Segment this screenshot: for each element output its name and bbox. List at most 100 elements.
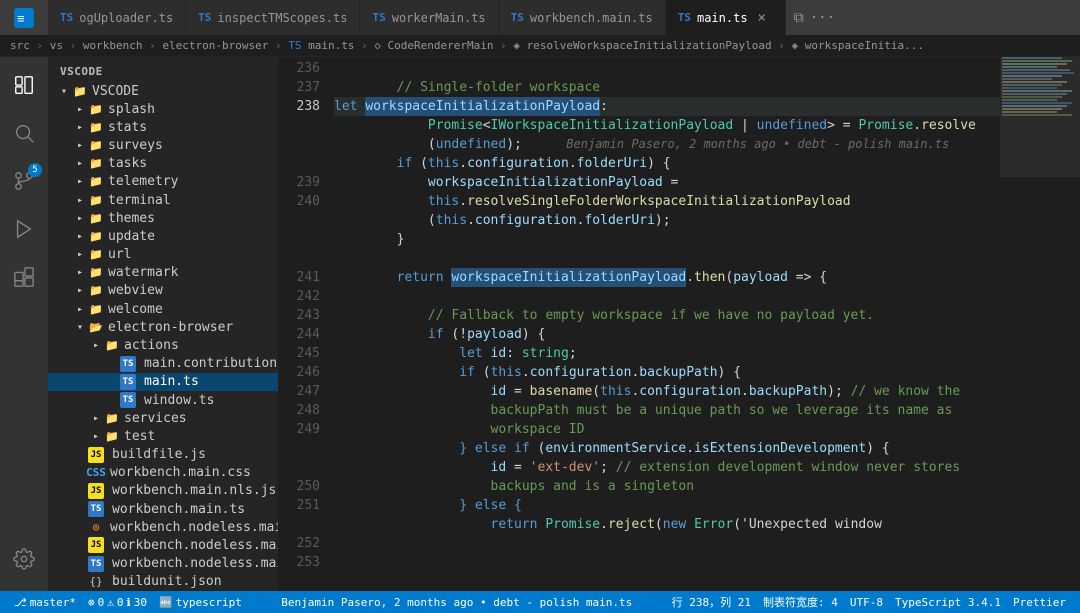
tree-item-watermark[interactable]: ▸ 📁 watermark bbox=[48, 264, 278, 282]
tree-item-surveys[interactable]: ▸ 📁 surveys bbox=[48, 137, 278, 155]
prop-isextdev: isExtensionDevelopment bbox=[694, 439, 866, 458]
prop-config2: configuration bbox=[475, 211, 577, 230]
kw-if3: if bbox=[334, 363, 483, 382]
branch-icon: ⎇ bbox=[14, 596, 27, 609]
kw-if2: if bbox=[334, 325, 451, 344]
info-icon: ℹ bbox=[127, 596, 131, 609]
tab-inspectTMScopes[interactable]: TS inspectTMScopes.ts bbox=[186, 0, 360, 35]
tree-arrow: ▸ bbox=[72, 231, 88, 242]
activity-extensions[interactable] bbox=[0, 253, 48, 301]
tree-arrow: ▸ bbox=[72, 122, 88, 133]
folder-icon: 📁 bbox=[88, 247, 104, 263]
op: ( bbox=[334, 135, 436, 154]
split-editor-icon[interactable]: ⧉ bbox=[794, 10, 804, 26]
tree-item-test[interactable]: ▸ 📁 test bbox=[48, 427, 278, 445]
ln-248: 248 bbox=[278, 401, 320, 420]
sidebar-title: VSCODE bbox=[48, 57, 278, 82]
kw-let: let bbox=[334, 97, 365, 116]
status-ts-version[interactable]: TypeScript 3.4.1 bbox=[889, 596, 1007, 609]
status-errors[interactable]: ⊗ 0 ⚠ 0 ℹ 30 bbox=[82, 596, 153, 609]
ln-245: 245 bbox=[278, 344, 320, 363]
status-author[interactable]: Benjamin Pasero, 2 months ago • debt - p… bbox=[275, 596, 638, 609]
ln-240d bbox=[278, 249, 320, 268]
tree-item-webview[interactable]: ▸ 📁 webview bbox=[48, 282, 278, 300]
tree-item-main[interactable]: TS main.ts bbox=[48, 373, 278, 391]
kw-this4: this bbox=[491, 363, 522, 382]
folder-icon: 📁 bbox=[88, 265, 104, 281]
status-branch[interactable]: ⎇ master* bbox=[8, 596, 82, 609]
tree-item-url[interactable]: ▸ 📁 url bbox=[48, 246, 278, 264]
tab-close-icon[interactable]: × bbox=[758, 11, 766, 25]
tree-item-welcome[interactable]: ▸ 📁 welcome bbox=[48, 300, 278, 318]
kw-if: if bbox=[334, 154, 420, 173]
tree-item-electron-browser[interactable]: ▾ 📂 electron-browser bbox=[48, 318, 278, 336]
activity-settings-icon[interactable] bbox=[0, 535, 48, 583]
kw-this2: this bbox=[334, 192, 459, 211]
ln-241: 241 bbox=[278, 268, 320, 287]
activity-settings[interactable] bbox=[0, 535, 48, 583]
tree-item-nodeless3[interactable]: TS workbench.nodeless.main.ts bbox=[48, 554, 278, 572]
status-encoding[interactable]: UTF-8 bbox=[844, 596, 889, 609]
activity-explorer[interactable] bbox=[0, 61, 48, 109]
tree-arrow: ▸ bbox=[72, 140, 88, 151]
var-wip: workspaceInitializationPayload bbox=[365, 97, 600, 116]
tree-item-tasks[interactable]: ▸ 📁 tasks bbox=[48, 155, 278, 173]
op: ); bbox=[827, 382, 850, 401]
status-language-mode[interactable]: 🔤 typescript bbox=[153, 596, 248, 609]
type-iwip: IWorkspaceInitializationPayload bbox=[491, 116, 734, 135]
code-line-251-conta: backups and is a singleton bbox=[334, 477, 1000, 496]
var-envsvc: environmentService bbox=[545, 439, 686, 458]
tab-logUploader[interactable]: TS ogUploader.ts bbox=[48, 0, 186, 35]
op: ( bbox=[420, 154, 428, 173]
comment-249: // we know the bbox=[851, 382, 961, 401]
tree-item-splash[interactable]: ▸ 📁 splash bbox=[48, 100, 278, 118]
tree-item-services[interactable]: ▸ 📁 services bbox=[48, 409, 278, 427]
status-prettier[interactable]: Prettier bbox=[1007, 596, 1072, 609]
ln-249b bbox=[278, 439, 320, 458]
folder-icon: 📁 bbox=[88, 174, 104, 190]
status-cursor[interactable]: 行 238，列 21 bbox=[666, 594, 757, 610]
ts-file-icon2: TS bbox=[88, 501, 104, 517]
func-resolve: resolve bbox=[921, 116, 976, 135]
branch-label: master* bbox=[30, 596, 76, 609]
tab-main[interactable]: TS main.ts × bbox=[666, 0, 786, 35]
tab-workbenchMain[interactable]: TS workbench.main.ts bbox=[499, 0, 666, 35]
tree-item-buildunit[interactable]: {} buildunit.json bbox=[48, 573, 278, 591]
editor[interactable]: 236 237 238 239 240 241 242 243 244 245 bbox=[278, 57, 1080, 591]
code-line-237: // Single-folder workspace bbox=[334, 78, 1000, 97]
folder-icon: 📁 bbox=[88, 192, 104, 208]
tree-label: buildunit.json bbox=[112, 574, 222, 589]
tree-item-actions[interactable]: ▸ 📁 actions bbox=[48, 336, 278, 354]
code-area[interactable]: // Single-folder workspace let workspace… bbox=[328, 57, 1000, 591]
activity-run[interactable] bbox=[0, 205, 48, 253]
tree-item-stats[interactable]: ▸ 📁 stats bbox=[48, 118, 278, 136]
tree-item-nodeless1[interactable]: ⊙ workbench.nodeless.main... bbox=[48, 518, 278, 536]
status-tabsize[interactable]: 制表符宽度: 4 bbox=[757, 594, 844, 610]
code-line-239: if (this.configuration.folderUri) { bbox=[334, 154, 1000, 173]
tree-item-main-contribution[interactable]: TS main.contribution.ts bbox=[48, 355, 278, 373]
more-actions-icon[interactable]: ··· bbox=[810, 10, 835, 26]
op: . bbox=[913, 116, 921, 135]
tree-arrow: ▸ bbox=[72, 267, 88, 278]
op: ) { bbox=[718, 363, 741, 382]
tree-item-vscode[interactable]: ▾ 📁 VSCODE bbox=[48, 82, 278, 100]
prop-backuppath2: backupPath bbox=[749, 382, 827, 401]
tree-item-workbench-css[interactable]: CSS workbench.main.css bbox=[48, 464, 278, 482]
activity-search[interactable] bbox=[0, 109, 48, 157]
tree-item-themes[interactable]: ▸ 📁 themes bbox=[48, 209, 278, 227]
tree-item-nodeless2[interactable]: JS workbench.nodeless.main... bbox=[48, 536, 278, 554]
tree-item-workbench-ts[interactable]: TS workbench.main.ts bbox=[48, 500, 278, 518]
tab-workerMain[interactable]: TS workerMain.ts bbox=[360, 0, 498, 35]
folder-icon: 📁 bbox=[88, 156, 104, 172]
tree-label-active: main.ts bbox=[144, 374, 199, 389]
tree-item-update[interactable]: ▸ 📁 update bbox=[48, 227, 278, 245]
tree-item-terminal[interactable]: ▸ 📁 terminal bbox=[48, 191, 278, 209]
tree-item-workbench-nls[interactable]: JS workbench.main.nls.js bbox=[48, 482, 278, 500]
tree-item-window[interactable]: TS window.ts bbox=[48, 391, 278, 409]
activity-scm[interactable]: 5 bbox=[0, 157, 48, 205]
tree-item-telemetry[interactable]: ▸ 📁 telemetry bbox=[48, 173, 278, 191]
op: . bbox=[459, 192, 467, 211]
kw-undef: undefined bbox=[757, 116, 827, 135]
tree-item-buildfile[interactable]: JS buildfile.js bbox=[48, 445, 278, 463]
op: . bbox=[686, 268, 694, 287]
